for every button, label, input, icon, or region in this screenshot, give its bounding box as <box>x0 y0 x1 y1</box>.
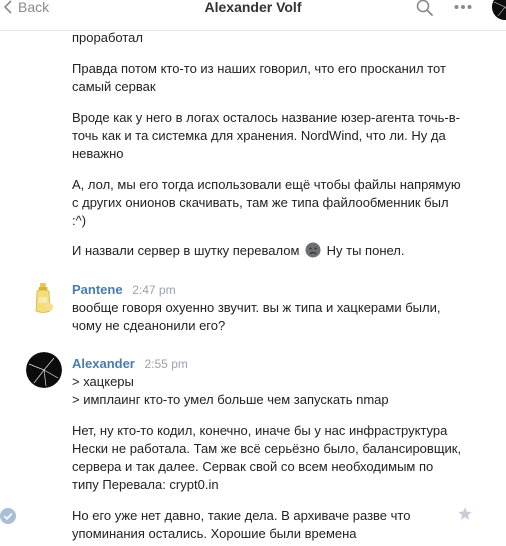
message-text: Но его уже нет давно, такие дела. В архи… <box>72 508 411 541</box>
message-text: Вроде как у него в логах осталось назван… <box>72 110 460 161</box>
avatar-pantene[interactable] <box>26 280 62 316</box>
message-time: 2:55 pm <box>144 357 188 371</box>
sender-line: Alexander 2:55 pm <box>72 356 188 371</box>
message-time: 2:47 pm <box>132 283 176 297</box>
search-icon <box>416 0 433 16</box>
star-icon[interactable] <box>457 506 473 522</box>
quote-line: > имплаинг кто-то умел больше чем запуск… <box>72 392 389 407</box>
sad-face-icon <box>305 242 321 258</box>
avatar-image <box>492 0 506 20</box>
message-text-part: Ну ты понел. <box>326 243 405 258</box>
message-text: > хацкеры > имплаинг кто-то умел больше … <box>72 373 462 409</box>
pantene-bottle-icon <box>26 280 62 316</box>
read-check-icon <box>0 508 16 524</box>
quote-line: > хацкеры <box>72 374 134 389</box>
message-text: проработал <box>72 31 143 45</box>
message-text: Правда потом кто-то из наших говорил, чт… <box>72 61 446 94</box>
message-text: И назвали сервер в шутку перевалом Ну ты… <box>72 242 462 260</box>
header-avatar[interactable] <box>492 0 506 20</box>
message-text: Нет, ну кто-то кодил, конечно, иначе бы … <box>72 423 462 492</box>
message-text: А, лол, мы его тогда использовали ещё чт… <box>72 177 461 228</box>
chat-header: Back Alexander Volf <box>0 0 506 31</box>
message-text-part: И назвали сервер в шутку перевалом <box>72 243 300 258</box>
sender-line: Pantene 2:47 pm <box>72 282 176 297</box>
more-dots-icon <box>454 5 472 9</box>
avatar-alexander[interactable] <box>26 352 62 388</box>
more-button[interactable] <box>454 0 472 17</box>
search-button[interactable] <box>416 0 433 17</box>
message-text: вообще говоря охуенно звучит. вы ж типа … <box>72 300 441 333</box>
sender-name[interactable]: Pantene <box>72 282 123 297</box>
sender-name[interactable]: Alexander <box>72 356 135 371</box>
avatar-image <box>26 352 62 388</box>
message-list: проработал Правда потом кто-то из наших … <box>0 31 506 546</box>
